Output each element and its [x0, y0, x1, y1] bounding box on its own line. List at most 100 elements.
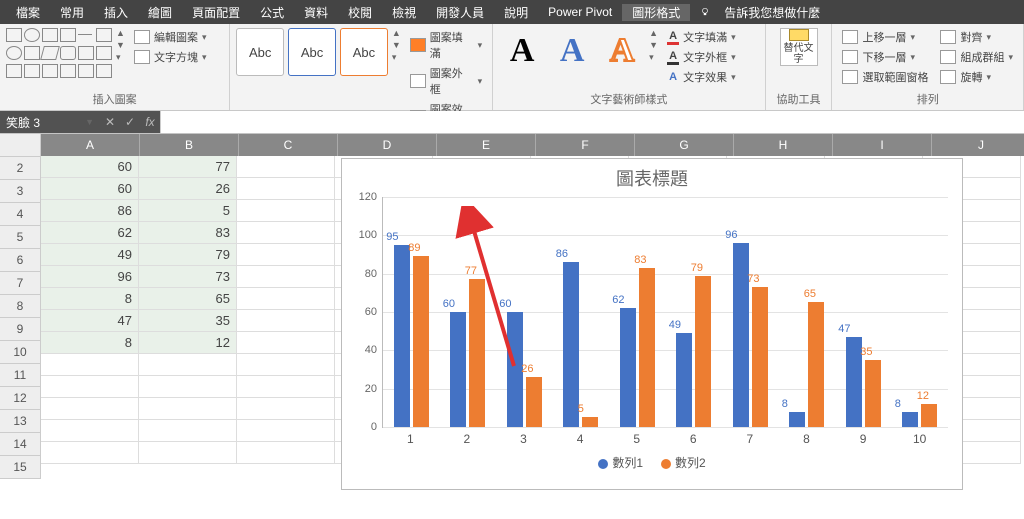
row-header[interactable]: 8 [0, 295, 41, 318]
cell[interactable] [139, 442, 237, 464]
cell[interactable]: 83 [139, 222, 237, 244]
style-down-icon[interactable]: ▼ [392, 40, 402, 50]
cancel-icon[interactable]: ✕ [100, 115, 120, 129]
menu-developer[interactable]: 開發人員 [426, 4, 494, 21]
wa-more-icon[interactable]: ▾ [649, 52, 659, 63]
menu-powerpivot[interactable]: Power Pivot [538, 5, 622, 19]
menu-layout[interactable]: 頁面配置 [182, 4, 250, 21]
bar[interactable] [865, 360, 881, 427]
menu-draw[interactable]: 繪圖 [138, 4, 182, 21]
accept-icon[interactable]: ✓ [120, 115, 140, 129]
shape-style-preset-3[interactable]: Abc [340, 28, 388, 76]
bar[interactable] [921, 404, 937, 427]
cell[interactable] [237, 376, 335, 398]
bar[interactable] [582, 417, 598, 427]
cell[interactable] [237, 200, 335, 222]
cell[interactable]: 60 [41, 178, 139, 200]
shape-style-preset-1[interactable]: Abc [236, 28, 284, 76]
row-header[interactable]: 9 [0, 318, 41, 341]
cell[interactable] [237, 222, 335, 244]
cell[interactable] [41, 420, 139, 442]
gallery-up-icon[interactable]: ▲ [116, 28, 126, 38]
column-header[interactable]: I [833, 134, 932, 156]
cell[interactable]: 62 [41, 222, 139, 244]
row-header[interactable]: 10 [0, 341, 41, 364]
row-header[interactable]: 11 [0, 364, 41, 387]
column-header[interactable]: C [239, 134, 338, 156]
cell[interactable] [237, 332, 335, 354]
column-header[interactable]: G [635, 134, 734, 156]
shape-gallery[interactable] [6, 28, 112, 80]
cell[interactable]: 35 [139, 310, 237, 332]
cell[interactable]: 79 [139, 244, 237, 266]
alt-text-button[interactable]: 替代文字 [780, 28, 818, 66]
bar[interactable] [620, 308, 636, 427]
cell[interactable] [41, 354, 139, 376]
gallery-down-icon[interactable]: ▼ [116, 40, 126, 50]
row-header[interactable]: 2 [0, 157, 41, 180]
shape-fill-button[interactable]: 圖案填滿▾ [406, 28, 486, 62]
legend-item-1[interactable]: 數列1 [598, 454, 643, 471]
bar[interactable] [902, 412, 918, 427]
cell[interactable] [139, 376, 237, 398]
legend-item-2[interactable]: 數列2 [661, 454, 706, 471]
cell[interactable] [237, 442, 335, 464]
fx-icon[interactable]: fx [140, 115, 160, 129]
gallery-more-icon[interactable]: ▾ [116, 52, 126, 63]
bar[interactable] [394, 245, 410, 427]
bar[interactable] [808, 302, 824, 427]
cell[interactable] [237, 398, 335, 420]
align-button[interactable]: 對齊▾ [936, 28, 1017, 46]
bar[interactable] [563, 262, 579, 427]
cell[interactable]: 26 [139, 178, 237, 200]
row-header[interactable]: 15 [0, 456, 41, 479]
shape-style-preset-2[interactable]: Abc [288, 28, 336, 76]
cell[interactable]: 96 [41, 266, 139, 288]
wa-up-icon[interactable]: ▲ [649, 28, 659, 38]
chart-object[interactable]: 圖表標題 02040608010012095896077602686562834… [341, 158, 963, 490]
cell[interactable]: 77 [139, 156, 237, 178]
bar[interactable] [413, 256, 429, 427]
edit-shape-button[interactable]: 編輯圖案▾ [130, 28, 211, 46]
bar[interactable] [676, 333, 692, 427]
chart-title[interactable]: 圖表標題 [342, 159, 962, 193]
menu-help[interactable]: 說明 [494, 4, 538, 21]
cell[interactable] [237, 178, 335, 200]
wordart-preset-3[interactable]: A [599, 28, 645, 74]
style-up-icon[interactable]: ▲ [392, 28, 402, 38]
cell[interactable] [41, 398, 139, 420]
text-fill-button[interactable]: A文字填滿▾ [663, 28, 739, 46]
text-effects-button[interactable]: A文字效果▾ [663, 68, 739, 86]
send-backward-button[interactable]: 下移一層▾ [838, 48, 932, 66]
bar[interactable] [639, 268, 655, 427]
bar[interactable] [526, 377, 542, 427]
row-header[interactable]: 7 [0, 272, 41, 295]
cell[interactable] [237, 420, 335, 442]
bar[interactable] [752, 287, 768, 427]
column-header[interactable]: B [140, 134, 239, 156]
menu-formulas[interactable]: 公式 [250, 4, 294, 21]
name-box-drop-icon[interactable]: ▼ [85, 117, 94, 127]
column-header[interactable]: A [41, 134, 140, 156]
cell[interactable]: 8 [41, 288, 139, 310]
cell[interactable] [139, 398, 237, 420]
shape-outline-button[interactable]: 圖案外框▾ [406, 64, 486, 98]
menu-data[interactable]: 資料 [294, 4, 338, 21]
row-header[interactable]: 3 [0, 180, 41, 203]
cell[interactable]: 5 [139, 200, 237, 222]
column-header[interactable]: D [338, 134, 437, 156]
row-header[interactable]: 6 [0, 249, 41, 272]
tell-me[interactable]: 告訴我您想做什麼 [690, 4, 840, 21]
cell[interactable] [41, 442, 139, 464]
cell[interactable] [237, 288, 335, 310]
row-header[interactable]: 5 [0, 226, 41, 249]
column-header[interactable]: E [437, 134, 536, 156]
rotate-button[interactable]: 旋轉▾ [936, 68, 1017, 86]
textbox-button[interactable]: 文字方塊▾ [130, 48, 211, 66]
menu-shape-format[interactable]: 圖形格式 [622, 4, 690, 21]
name-box[interactable]: 笑臉 3 ▼ [0, 111, 100, 133]
text-outline-button[interactable]: A文字外框▾ [663, 48, 739, 66]
cell[interactable]: 12 [139, 332, 237, 354]
column-header[interactable]: F [536, 134, 635, 156]
cell[interactable]: 86 [41, 200, 139, 222]
